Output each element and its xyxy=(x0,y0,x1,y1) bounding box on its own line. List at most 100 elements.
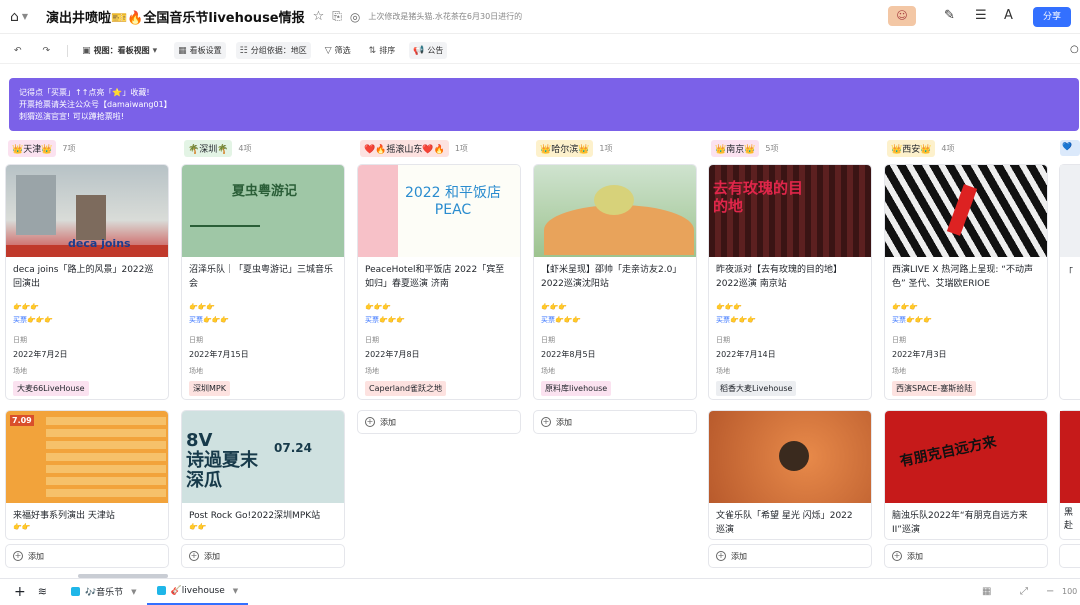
event-card[interactable]: 【虾米呈现】邵帅「走亲访友2.0」2022巡演沈阳站 👉👉👉 买票👉👉👉 日期 … xyxy=(533,164,697,400)
event-card[interactable]: 去有玫瑰的目的地 昨夜派对【去有玫瑰的目的地】2022巡演 南京站 👉👉👉 买票… xyxy=(708,164,872,400)
column-count: 7项 xyxy=(62,143,76,153)
sheet-tab-label: 🎸livehouse xyxy=(170,585,225,596)
event-card[interactable]: deca joins deca joins「路上的风景」2022巡回演出 👉👉👉… xyxy=(5,164,169,400)
chevron-down-icon[interactable]: ▼ xyxy=(131,588,136,596)
sort-label: 排序 xyxy=(379,46,396,55)
doc-info-icon[interactable]: ⎘ xyxy=(332,9,342,24)
event-card[interactable]: 7.09 来福好事系列演出 天津站 👉👉 xyxy=(5,410,169,540)
venue-label: 场地 xyxy=(541,367,555,375)
column-tag: 🌴深圳🌴 xyxy=(184,139,233,157)
home-icon[interactable]: ⌂ xyxy=(10,9,19,25)
fullscreen-icon[interactable]: ⤢ xyxy=(1020,586,1028,597)
buy-link[interactable]: 买票👉👉👉 xyxy=(182,315,344,329)
column-header[interactable]: 👑西安👑 4项 xyxy=(884,136,1048,160)
event-card[interactable]: 文雀乐队「希望 星光 闪烁」2022 巡演 xyxy=(708,410,872,540)
share-button[interactable]: 分享 xyxy=(1033,7,1071,27)
undo-button[interactable]: ↶ xyxy=(10,43,29,59)
card-title: deca joins「路上的风景」2022巡回演出 xyxy=(13,265,154,289)
zoom-out-icon[interactable]: − xyxy=(1046,586,1054,597)
cover-shape xyxy=(358,165,398,257)
add-label: 添加 xyxy=(28,551,44,561)
date-label: 日期 xyxy=(189,336,203,344)
font-icon[interactable]: A xyxy=(1004,8,1013,23)
add-card-button[interactable]: + 添加 xyxy=(708,544,872,568)
event-card[interactable]: 黑赴 xyxy=(1059,410,1080,540)
add-card-button[interactable]: + 添加 xyxy=(5,544,169,568)
notice-button[interactable]: 📢 公告 xyxy=(409,42,448,59)
column-header[interactable]: 👑南京👑 5项 xyxy=(708,136,872,160)
search-icon[interactable]: ○ xyxy=(1070,44,1079,55)
date-label: 日期 xyxy=(892,336,906,344)
event-card[interactable]: 西演LIVE X 热河路上呈现: “不动声色” 圣代、艾瑞欧ERIOE 👉👉👉 … xyxy=(884,164,1048,400)
chevron-down-icon[interactable]: ▼ xyxy=(233,587,238,595)
event-card[interactable]: 8V 诗過夏末 深瓜 07.24 Post Rock Go!2022深圳MPK站 👉… xyxy=(181,410,345,540)
cover-text: 7.09 xyxy=(10,415,34,426)
buy-link[interactable]: 买票👉👉👉 xyxy=(6,315,168,329)
add-sheet-icon[interactable]: + xyxy=(14,584,26,600)
cover-text: 07.24 xyxy=(274,441,312,455)
column-header[interactable]: 👑天津👑 7项 xyxy=(5,136,169,160)
edit-icon[interactable]: ✎ xyxy=(944,8,955,23)
card-title: 「 xyxy=(1064,268,1074,278)
card-cover-image: 8V 诗過夏末 深瓜 07.24 xyxy=(182,411,344,503)
grid-view-icon[interactable]: ▦ xyxy=(982,586,991,597)
plus-icon: + xyxy=(716,551,726,561)
event-card[interactable]: 「 xyxy=(1059,164,1080,400)
column-harbin: 👑哈尔滨👑 1项 xyxy=(533,136,697,160)
sheet-tab-livehouse[interactable]: 🎸livehouse ▼ xyxy=(146,579,249,605)
board-settings-label: 看板设置 xyxy=(189,46,222,55)
buy-link[interactable]: 买票👉👉👉 xyxy=(534,315,696,329)
column-header[interactable]: ❤️🔥摇滚山东❤️🔥 1项 xyxy=(357,136,521,160)
column-tag: ❤️🔥摇滚山东❤️🔥 xyxy=(360,139,449,157)
event-card[interactable]: 2022 和平饭店 PEAC PeaceHotel和平饭店 2022「宾至如归」… xyxy=(357,164,521,400)
column-tag[interactable]: 💙 xyxy=(1060,140,1080,156)
card-title: 昨夜派对【去有玫瑰的目的地】2022巡演 南京站 xyxy=(716,265,843,289)
event-card[interactable]: 有朋克自远方来 脑浊乐队2022年“有朋克自远方来II”巡演 xyxy=(884,410,1048,540)
column-tag: 👑西安👑 xyxy=(887,139,936,157)
date-label: 日期 xyxy=(716,336,730,344)
add-card-button[interactable] xyxy=(1059,544,1080,568)
sort-button[interactable]: ⇅ 排序 xyxy=(365,42,400,59)
view-switcher[interactable]: ▣ 视图：看板视图 ▾ xyxy=(78,42,164,59)
board-settings-button[interactable]: ▦ 看板设置 xyxy=(174,42,226,59)
card-cover-image xyxy=(885,165,1047,257)
add-card-button[interactable]: + 添加 xyxy=(533,410,697,434)
card-cover-image xyxy=(1060,411,1080,503)
filter-button[interactable]: ▽ 筛选 xyxy=(321,42,355,59)
add-card-button[interactable]: + 添加 xyxy=(181,544,345,568)
date-label: 日期 xyxy=(541,336,555,344)
sheet-tab-festival[interactable]: 🎶音乐节 ▼ xyxy=(61,579,147,605)
menu-icon[interactable]: ☰ xyxy=(975,8,987,23)
add-card-button[interactable]: + 添加 xyxy=(357,410,521,434)
view-toolbar: ↶ ↷ ▣ 视图：看板视图 ▾ ▦ 看板设置 ☷ 分组依据：地区 ▽ 筛选 ⇅ 排序 📢 公告 xyxy=(0,38,1080,64)
add-label: 添加 xyxy=(731,551,747,561)
card-title-fragment: 赴 xyxy=(1064,521,1074,531)
cover-text: deca joins xyxy=(68,237,131,250)
rating-icons: 👉👉👉 xyxy=(189,303,216,311)
sheet-tab-bar: + ≋ 🎶音乐节 ▼ 🎸livehouse ▼ ▦ ⤢ − 100 xyxy=(0,578,1080,605)
doc-title[interactable]: 演出井喷啦🎫🔥全国音乐节livehouse情报 xyxy=(46,7,305,26)
add-label: 添加 xyxy=(204,551,220,561)
redo-button[interactable]: ↷ xyxy=(39,43,58,59)
card-cover-image: deca joins xyxy=(6,165,168,257)
add-label: 添加 xyxy=(907,551,923,561)
column-header[interactable]: 👑哈尔滨👑 1项 xyxy=(533,136,697,160)
date-value: 2022年7月8日 xyxy=(365,350,420,359)
date-label: 日期 xyxy=(13,336,27,344)
event-card[interactable]: 夏虫粤游记 沼泽乐队｜「夏虫粤游记」三城音乐会 👉👉👉 买票👉👉👉 日期 202… xyxy=(181,164,345,400)
buy-link[interactable]: 买票👉👉👉 xyxy=(885,315,1047,329)
add-label: 添加 xyxy=(556,417,572,427)
column-count: 1项 xyxy=(599,143,613,153)
star-icon[interactable]: ☆ xyxy=(313,9,325,24)
group-by-button[interactable]: ☷ 分组依据：地区 xyxy=(235,42,311,59)
chevron-down-icon[interactable]: ▼ xyxy=(22,12,28,21)
column-header[interactable]: 🌴深圳🌴 4项 xyxy=(181,136,345,160)
buy-link[interactable]: 买票👉👉👉 xyxy=(358,315,520,329)
layers-icon[interactable]: ≋ xyxy=(38,585,47,598)
group-by-label: 分组依据：地区 xyxy=(250,46,307,55)
add-card-button[interactable]: + 添加 xyxy=(884,544,1048,568)
avatar[interactable]: ☺ xyxy=(888,6,916,26)
buy-link[interactable]: 买票👉👉👉 xyxy=(709,315,871,329)
plus-icon: + xyxy=(13,551,23,561)
card-cover-image: 7.09 xyxy=(6,411,168,503)
